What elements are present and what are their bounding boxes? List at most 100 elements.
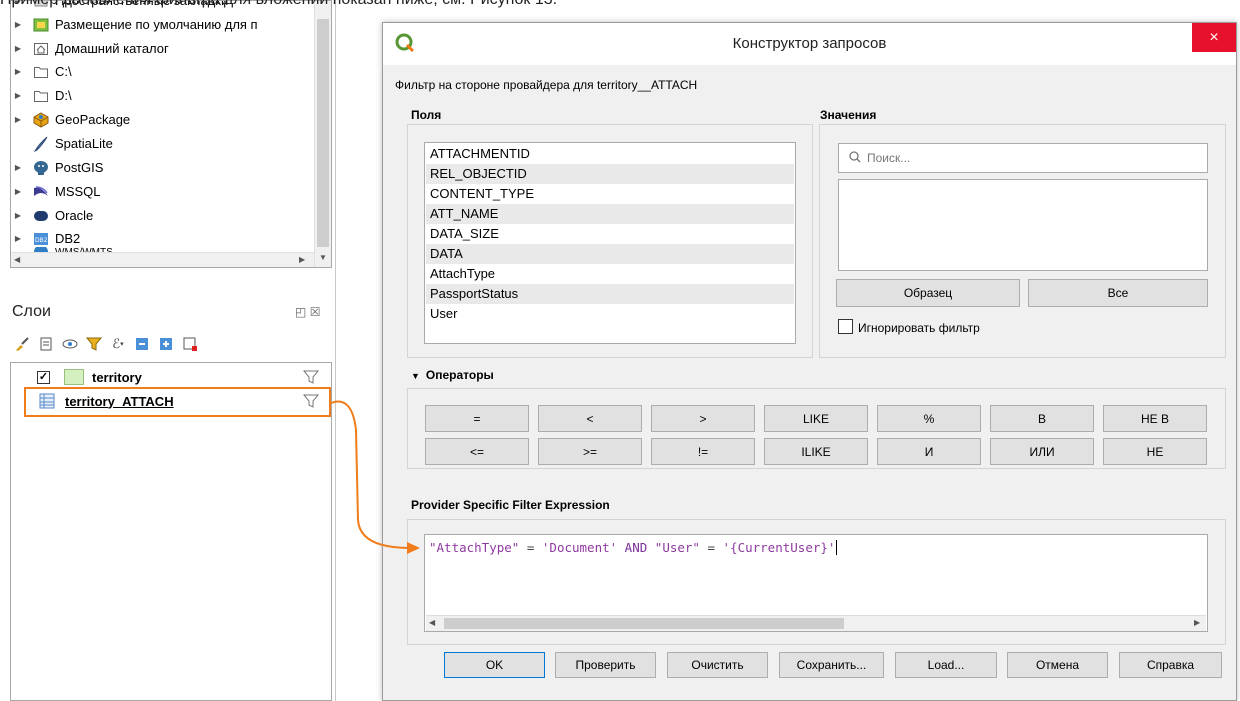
expand-arrow-icon[interactable]: ▶ [11, 234, 25, 243]
values-group-label: Значения [820, 108, 877, 122]
tree-horizontal-scrollbar[interactable]: ◀ ▶ [11, 252, 314, 267]
test-button[interactable]: Проверить [555, 652, 656, 678]
operator-ilike-button[interactable]: ILIKE [764, 438, 868, 465]
expand-arrow-icon[interactable]: ▶ [11, 211, 25, 220]
field-item[interactable]: CONTENT_TYPE [426, 184, 794, 204]
tree-vertical-scrollbar[interactable]: ▼ [314, 1, 331, 267]
filter-legend-icon[interactable] [86, 336, 102, 352]
tree-item-label: GeoPackage [55, 112, 131, 127]
tree-item-oracle[interactable]: ▶ Oracle [11, 204, 93, 227]
layer-label: territory [92, 369, 142, 385]
db2-icon: DB2 [33, 231, 49, 247]
tree-item-spatialite[interactable]: SpatiaLite [11, 132, 113, 155]
operator-percent-button[interactable]: % [877, 405, 981, 432]
ok-button[interactable]: OK [444, 652, 545, 678]
operator-in-button[interactable]: В [990, 405, 1094, 432]
values-search-input[interactable]: Поиск... [838, 143, 1208, 173]
field-item[interactable]: ATTACHMENTID [426, 144, 794, 164]
left-dock-panel: ▶ Пространственные закладки ▶ Размещение… [0, 0, 336, 701]
cancel-button[interactable]: Отмена [1007, 652, 1108, 678]
close-button[interactable]: × [1192, 23, 1236, 52]
expr-string-token: '{CurrentUser}' [722, 540, 836, 555]
filter-indicator-icon[interactable] [302, 369, 320, 385]
expand-arrow-icon[interactable]: ▶ [11, 115, 25, 124]
tree-item-label: Домашний каталог [55, 41, 169, 56]
scrollbar-thumb[interactable] [317, 19, 329, 247]
undock-icon[interactable]: ◰ [295, 305, 306, 319]
dialog-titlebar[interactable]: Конструктор запросов × [383, 23, 1236, 65]
load-button[interactable]: Load... [895, 652, 997, 678]
scroll-down-icon[interactable]: ▼ [319, 253, 327, 262]
postgis-icon [33, 160, 49, 176]
all-values-button[interactable]: Все [1028, 279, 1208, 307]
field-item[interactable]: DATA [426, 244, 794, 264]
operator-less-button[interactable]: < [538, 405, 642, 432]
help-button[interactable]: Справка [1119, 652, 1222, 678]
tree-item-label: DB2 [55, 231, 81, 246]
tree-item-home-folder[interactable]: ▶ Домашний каталог [11, 37, 169, 60]
remove-layer-icon[interactable] [182, 336, 198, 352]
tree-item-drive-c[interactable]: ▶ C:\ [11, 60, 72, 83]
operator-greater-button[interactable]: > [651, 405, 755, 432]
operator-like-button[interactable]: LIKE [764, 405, 868, 432]
close-dock-icon[interactable]: ☒ [310, 305, 321, 319]
operators-group-label[interactable]: ▼ Операторы [411, 368, 494, 382]
layer-item-territory[interactable]: ✓ territory [11, 366, 331, 388]
tree-item-label: D:\ [55, 88, 72, 103]
collapse-all-icon[interactable] [158, 336, 174, 352]
expand-arrow-icon[interactable]: ▶ [11, 91, 25, 100]
tree-item-project-home[interactable]: ▶ Размещение по умолчанию для п [11, 13, 258, 36]
add-group-icon[interactable] [38, 336, 54, 352]
expr-operator-token: = [519, 540, 542, 555]
expression-text: "AttachType" = 'Document' AND "User" = '… [429, 540, 838, 555]
layer-visibility-checkbox[interactable]: ✓ [37, 370, 50, 384]
style-brush-icon[interactable] [14, 336, 30, 352]
search-icon [849, 150, 861, 166]
fields-list[interactable]: ATTACHMENTID REL_OBJECTID CONTENT_TYPE A… [424, 142, 796, 344]
operator-not-button[interactable]: НЕ [1103, 438, 1207, 465]
collapse-arrow-icon[interactable]: ▼ [411, 371, 420, 381]
operator-not-in-button[interactable]: НЕ В [1103, 405, 1207, 432]
tree-item-mssql[interactable]: ▶ MSSQL [11, 180, 101, 203]
operator-or-button[interactable]: ИЛИ [990, 438, 1094, 465]
operator-and-button[interactable]: И [877, 438, 981, 465]
tree-item-postgis[interactable]: ▶ PostGIS [11, 156, 104, 179]
dialog-title: Конструктор запросов [732, 35, 887, 52]
sql-expression-editor[interactable]: "AttachType" = 'Document' AND "User" = '… [424, 534, 1208, 632]
scroll-left-icon[interactable]: ◀ [429, 618, 435, 627]
field-item[interactable]: REL_OBJECTID [426, 164, 794, 184]
expand-arrow-icon[interactable]: ▶ [11, 44, 25, 53]
sample-button[interactable]: Образец [836, 279, 1020, 307]
scrollbar-thumb[interactable] [444, 618, 844, 629]
field-item[interactable]: ATT_NAME [426, 204, 794, 224]
ignore-filter-checkbox[interactable] [838, 319, 853, 334]
visibility-eye-icon[interactable] [62, 336, 78, 352]
expand-arrow-icon[interactable]: ▶ [11, 163, 25, 172]
scroll-left-icon[interactable]: ◀ [14, 255, 20, 264]
expand-all-icon[interactable] [134, 336, 150, 352]
field-item[interactable]: DATA_SIZE [426, 224, 794, 244]
expand-arrow-icon[interactable]: ▶ [11, 187, 25, 196]
field-item[interactable]: PassportStatus [426, 284, 794, 304]
tree-item-geopackage[interactable]: ▶ GeoPackage [11, 108, 130, 131]
values-list[interactable] [838, 179, 1208, 271]
text-cursor: ​ [836, 540, 838, 555]
expand-arrow-icon[interactable]: ▶ [11, 20, 25, 29]
home-folder-icon [33, 41, 49, 57]
field-item[interactable]: AttachType [426, 264, 794, 284]
operator-less-equal-button[interactable]: <= [425, 438, 529, 465]
tree-item-drive-d[interactable]: ▶ D:\ [11, 84, 72, 107]
clear-button[interactable]: Очистить [667, 652, 768, 678]
filter-expression-icon[interactable]: ℰ ▾ [110, 336, 126, 352]
save-button[interactable]: Сохранить... [779, 652, 884, 678]
operator-equals-button[interactable]: = [425, 405, 529, 432]
operator-greater-equal-button[interactable]: >= [538, 438, 642, 465]
dock-buttons[interactable]: ◰ ☒ [295, 305, 320, 319]
scroll-right-icon[interactable]: ▶ [1194, 618, 1200, 627]
expand-arrow-icon[interactable]: ▶ [11, 67, 25, 76]
ignore-filter-label: Игнорировать фильтр [858, 321, 980, 335]
expression-horizontal-scrollbar[interactable]: ◀ ▶ [426, 615, 1206, 631]
scroll-right-icon[interactable]: ▶ [299, 255, 305, 264]
field-item[interactable]: User [426, 304, 794, 324]
operator-not-equal-button[interactable]: != [651, 438, 755, 465]
